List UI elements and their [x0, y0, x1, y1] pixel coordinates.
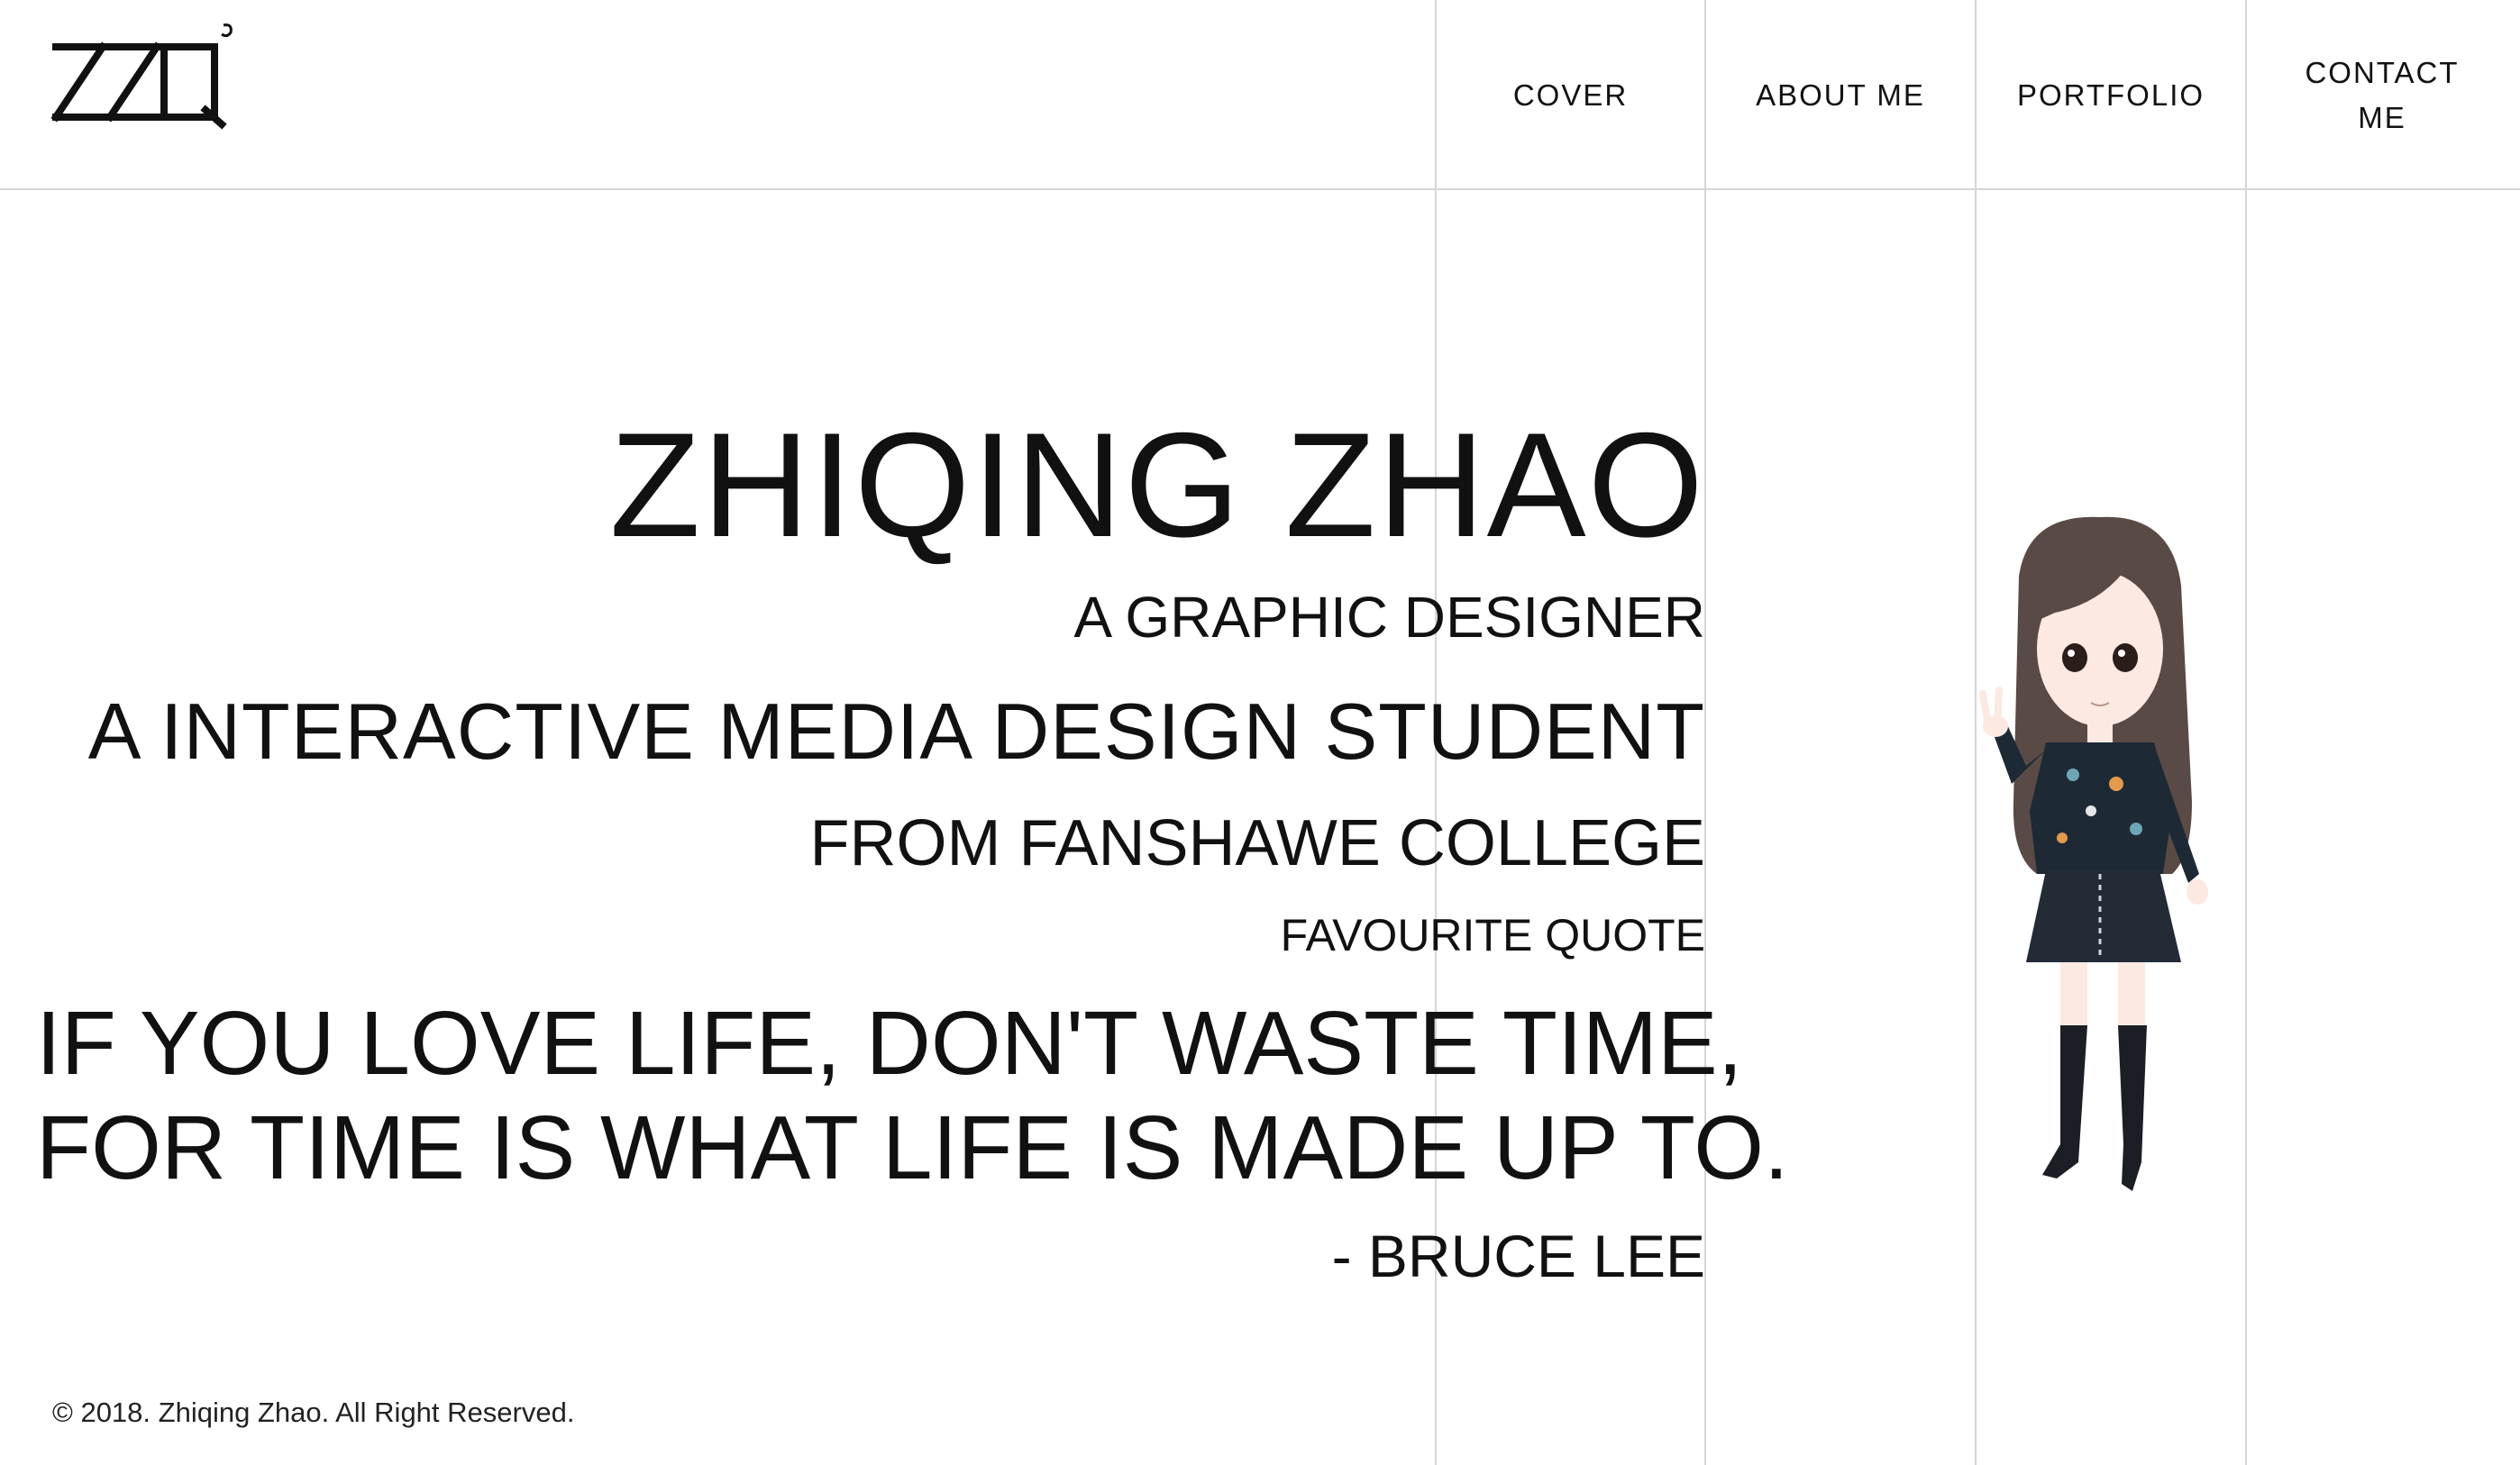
- cartoon-girl-illustration: [1956, 514, 2244, 1198]
- quote-label: FAVOURITE QUOTE: [1280, 910, 1705, 960]
- nav-cover[interactable]: COVER: [1437, 0, 1704, 190]
- quote-author: - BRUCE LEE: [1331, 1223, 1705, 1289]
- grid-divider: [2245, 0, 2247, 1465]
- nav-portfolio[interactable]: PORTFOLIO: [1977, 0, 2245, 190]
- page-title: ZHIQING ZHAO: [609, 402, 1705, 568]
- nav-contact-me[interactable]: CONTACT ME: [2247, 0, 2517, 190]
- zzq-logo-icon[interactable]: [50, 16, 240, 130]
- quote-line: IF YOU LOVE LIFE, DON'T WASTE TIME,: [36, 993, 1743, 1094]
- copyright: © 2018. Zhiqing Zhao. All Right Reserved…: [52, 1397, 575, 1428]
- site-header: COVER ABOUT ME PORTFOLIO CONTACT ME: [0, 0, 2520, 190]
- nav-about-me[interactable]: ABOUT ME: [1706, 0, 1975, 190]
- subtitle-college: FROM FANSHAWE COLLEGE: [809, 807, 1705, 879]
- quote-line: FOR TIME IS WHAT LIFE IS MADE UP TO.: [36, 1097, 1789, 1198]
- subtitle-role: A GRAPHIC DESIGNER: [1073, 585, 1705, 650]
- subtitle-student: A INTERACTIVE MEDIA DESIGN STUDENT: [87, 687, 1705, 776]
- quote-text: IF YOU LOVE LIFE, DON'T WASTE TIME, FOR …: [36, 991, 1789, 1200]
